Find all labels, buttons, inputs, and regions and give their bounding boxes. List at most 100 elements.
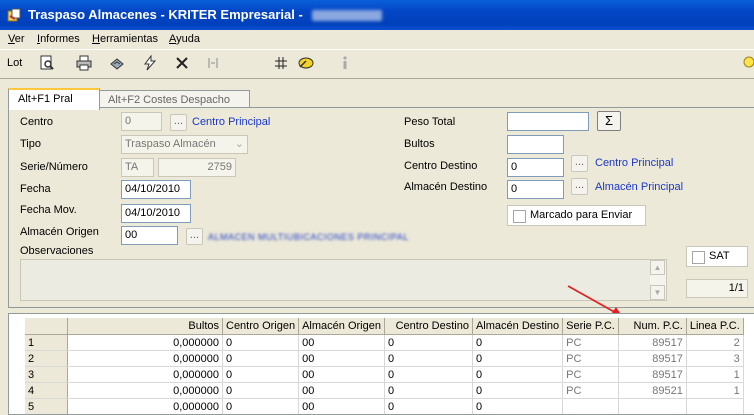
col-almacen-destino[interactable]: Almacén Destino [472,318,564,335]
cell-num-pc[interactable]: 89517 [618,334,687,351]
cell-centro-origen[interactable]: 0 [222,334,300,351]
cell-almacen-destino[interactable]: 0 [472,334,564,351]
cell-almacen-destino[interactable]: 0 [472,350,564,367]
cell-centro-destino[interactable]: 0 [384,366,473,383]
fecha-input[interactable]: 04/10/2010 [121,180,191,199]
info-icon[interactable] [336,54,354,72]
cell-bultos[interactable]: 0,000000 [67,366,223,383]
print-preview-icon[interactable] [38,54,56,72]
cell-centro-origen[interactable]: 0 [222,350,300,367]
almacen-origen-lookup-button[interactable]: ... [186,228,203,245]
tab-costes-despacho[interactable]: Alt+F2 Costes Despacho [98,90,250,108]
cell-serie-pc[interactable]: PC [562,350,619,367]
cell-linea-pc[interactable]: 2 [686,334,744,351]
centro-destino-input[interactable]: 0 [507,158,564,177]
col-centro-origen[interactable]: Centro Origen [222,318,300,335]
cell-bultos[interactable]: 0,000000 [67,382,223,399]
sat-checkbox-box[interactable] [692,251,705,264]
cell-num-pc[interactable]: 89521 [618,382,687,399]
cell-serie-pc[interactable] [562,398,619,414]
table-row[interactable]: 1 0,000000 0 00 0 0 PC 89517 2 [25,334,744,351]
cell-linea-pc[interactable] [686,398,744,414]
row-index[interactable]: 2 [25,350,68,367]
sum-button[interactable]: Σ [597,111,621,131]
table-row[interactable]: 4 0,000000 0 00 0 0 PC 89521 1 [25,382,744,399]
cell-bultos[interactable]: 0,000000 [67,334,223,351]
lot-label[interactable]: Lot [7,57,22,69]
centro-input[interactable]: 0 [121,112,162,131]
menu-ver[interactable]: Ver [8,33,25,45]
table-row[interactable]: 3 0,000000 0 00 0 0 PC 89517 1 [25,366,744,383]
peso-total-input[interactable] [507,112,589,131]
centro-destino-link[interactable]: Centro Principal [595,157,673,169]
marcado-para-enviar-checkbox[interactable]: Marcado para Enviar [507,205,646,226]
cell-almacen-destino[interactable]: 0 [472,398,564,414]
col-centro-destino[interactable]: Centro Destino [384,318,473,335]
centro-lookup-button[interactable]: ... [170,114,187,131]
menu-ayuda[interactable]: Ayuda [169,33,200,45]
cell-centro-origen[interactable]: 0 [222,366,300,383]
tab-pral[interactable]: Alt+F1 Pral [8,88,100,110]
bultos-input[interactable] [507,135,564,154]
cell-centro-destino[interactable]: 0 [384,398,473,414]
cell-bultos[interactable]: 0,000000 [67,350,223,367]
close-icon[interactable] [173,54,191,72]
col-num-pc[interactable]: Num. P.C. [618,318,687,335]
row-index[interactable]: 4 [25,382,68,399]
cell-num-pc[interactable]: 89517 [618,350,687,367]
cell-almacen-origen[interactable]: 00 [298,334,385,351]
scroll-up-icon[interactable]: ▲ [650,260,665,275]
observaciones-scrollbar[interactable]: ▲ ▼ [650,260,666,300]
cell-num-pc[interactable] [618,398,687,414]
cell-serie-pc[interactable]: PC [562,382,619,399]
table-row[interactable]: 2 0,000000 0 00 0 0 PC 89517 3 [25,350,744,367]
cell-serie-pc[interactable]: PC [562,334,619,351]
centro-destino-lookup-button[interactable]: ... [571,155,588,172]
cell-centro-origen[interactable]: 0 [222,382,300,399]
checkbox-box[interactable] [513,210,526,223]
col-serie-pc[interactable]: Serie P.C. [562,318,619,335]
key-icon[interactable] [297,54,315,72]
lightbulb-icon[interactable] [740,54,754,72]
almacen-destino-input[interactable]: 0 [507,180,564,199]
cell-almacen-destino[interactable]: 0 [472,366,564,383]
sat-checkbox[interactable]: SAT [686,246,748,267]
split-icon[interactable] [204,54,222,72]
row-index[interactable]: 1 [25,334,68,351]
lightning-icon[interactable] [141,54,159,72]
cell-centro-destino[interactable]: 0 [384,350,473,367]
cell-almacen-origen[interactable]: 00 [298,350,385,367]
stamp-icon[interactable] [108,54,126,72]
grid-icon[interactable] [272,54,290,72]
centro-link[interactable]: Centro Principal [192,116,270,128]
scroll-down-icon[interactable]: ▼ [650,285,665,300]
cell-linea-pc[interactable]: 1 [686,382,744,399]
tipo-select[interactable]: Traspaso Almacén ⌄ [121,135,248,154]
printer-icon[interactable] [75,54,93,72]
row-index[interactable]: 3 [25,366,68,383]
cell-centro-destino[interactable]: 0 [384,334,473,351]
serie-input[interactable]: TA [121,158,154,177]
almacen-origen-link[interactable]: ALMACEN MULTIUBICACIONES PRINCIPAL [208,232,409,242]
cell-linea-pc[interactable]: 3 [686,350,744,367]
cell-almacen-destino[interactable]: 0 [472,382,564,399]
cell-serie-pc[interactable]: PC [562,366,619,383]
numero-input[interactable]: 2759 [158,158,236,177]
cell-centro-destino[interactable]: 0 [384,382,473,399]
cell-almacen-origen[interactable]: 00 [298,366,385,383]
col-linea-pc[interactable]: Linea P.C. [686,318,744,335]
cell-almacen-origen[interactable]: 00 [298,398,385,414]
col-bultos[interactable]: Bultos [67,318,223,335]
row-index[interactable]: 5 [25,398,68,414]
menu-informes[interactable]: Informes [37,33,80,45]
menu-herramientas[interactable]: Herramientas [92,33,158,45]
fecha-mov-input[interactable]: 04/10/2010 [121,204,191,223]
almacen-destino-link[interactable]: Almacén Principal [595,181,683,193]
almacen-origen-input[interactable]: 00 [121,226,178,245]
almacen-destino-lookup-button[interactable]: ... [571,178,588,195]
col-almacen-origen[interactable]: Almacén Origen [298,318,385,335]
cell-bultos[interactable]: 0,000000 [67,398,223,414]
table-row[interactable]: 5 0,000000 0 00 0 0 [25,398,744,414]
cell-num-pc[interactable]: 89517 [618,366,687,383]
cell-centro-origen[interactable]: 0 [222,398,300,414]
